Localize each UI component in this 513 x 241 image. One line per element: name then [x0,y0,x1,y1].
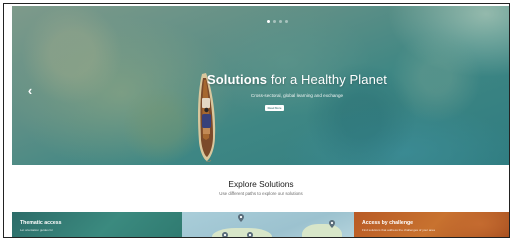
read-more-button[interactable]: Read More [265,105,284,111]
explore-cards: Thematic access Let orientation guides f… [12,212,509,237]
carousel-dot-2[interactable] [273,20,276,23]
card-text: Find solutions that address the challeng… [362,228,435,232]
explore-subtitle: Use different paths to explore our solut… [219,191,303,196]
card-title: Access by challenge [362,220,414,226]
hero-title-bold: Solutions [206,72,268,87]
page-frame: Solutions for a Healthy Planet Cross-sec… [3,3,510,238]
carousel-indicators [267,20,288,23]
carousel-dot-3[interactable] [279,20,282,23]
card-map-access[interactable] [182,212,354,237]
chevron-left-icon: ‹ [27,83,33,98]
map-pin-icon [329,220,335,228]
map-pin-icon [247,232,253,237]
map-pin-icon [238,214,244,222]
card-access-by-challenge[interactable]: Access by challenge Find solutions that … [354,212,509,237]
card-thematic-access[interactable]: Thematic access Let orientation guides f… [12,212,182,237]
carousel-prev-button[interactable]: ‹ [25,83,35,98]
explore-title: Explore Solutions [228,179,294,189]
hero-title: Solutions for a Healthy Planet [162,72,432,87]
carousel-dot-1[interactable] [267,20,270,23]
hero-subtitle: Cross-sectoral, global learning and exch… [250,93,344,98]
hero-title-rest: for a Healthy Planet [267,72,387,87]
card-title: Thematic access [20,220,62,226]
map-pin-icon [222,232,228,237]
hero-carousel[interactable]: Solutions for a Healthy Planet Cross-sec… [12,6,509,165]
map-land [302,224,342,237]
map-land [212,228,272,237]
carousel-dot-4[interactable] [285,20,288,23]
card-text: Let orientation guides for [20,228,54,232]
